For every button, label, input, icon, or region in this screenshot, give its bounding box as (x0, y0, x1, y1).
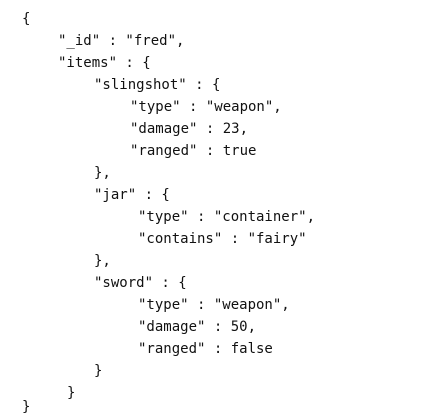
code-line-4: "slingshot" : { (94, 77, 221, 93)
code-line-3: "items" : { (58, 55, 151, 71)
code-line-11: "contains" : "fairy" (138, 231, 307, 247)
code-line-7: "ranged" : true (130, 143, 257, 159)
code-line-2: "_id" : "fred", (58, 33, 185, 49)
code-line-1: { (22, 11, 31, 27)
json-code-block: { "_id" : "fred", "items" : { "slingshot… (0, 0, 429, 416)
code-line-10: "type" : "container", (138, 209, 316, 225)
code-line-8: }, (94, 165, 111, 181)
code-line-14: "type" : "weapon", (138, 297, 290, 313)
code-line-12: }, (94, 253, 111, 269)
code-line-15: "damage" : 50, (138, 319, 257, 335)
code-line-16: "ranged" : false (138, 341, 273, 357)
code-line-5: "type" : "weapon", (130, 99, 282, 115)
code-line-6: "damage" : 23, (130, 121, 249, 137)
code-line-9: "jar" : { (94, 187, 170, 203)
code-line-17: } (94, 363, 103, 379)
code-line-13: "sword" : { (94, 275, 187, 291)
code-line-18: } (67, 385, 76, 401)
code-line-19: } (22, 399, 31, 415)
